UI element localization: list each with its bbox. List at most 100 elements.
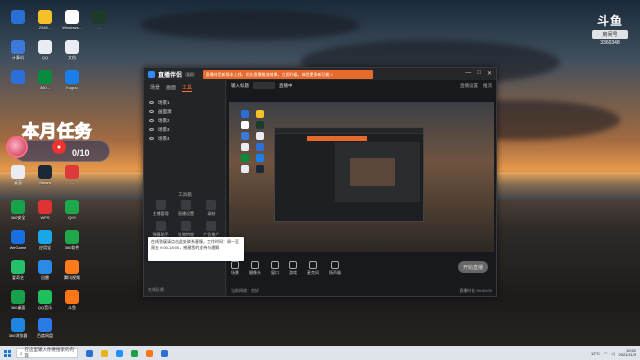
desktop-icon[interactable]: 360桌面 bbox=[4, 290, 32, 310]
desktop-icon[interactable]: 爱奇艺 bbox=[4, 260, 32, 280]
desktop-icon[interactable]: Kugou bbox=[58, 70, 86, 90]
desktop-icon[interactable]: iQIYI bbox=[58, 200, 86, 220]
network-icon[interactable]: ◠ bbox=[604, 351, 608, 356]
desktop-icon[interactable]: Steam bbox=[31, 165, 59, 185]
volume-icon[interactable]: ◁ bbox=[611, 351, 614, 356]
weather-label[interactable]: 12°C bbox=[591, 351, 600, 356]
desktop-icon[interactable]: 百度网盘 bbox=[31, 318, 59, 338]
desktop-icon[interactable]: 360软件 bbox=[58, 230, 86, 250]
scene-item[interactable]: 场景2 bbox=[144, 116, 225, 125]
stream-settings-link[interactable]: 直播设置 bbox=[460, 83, 478, 89]
desktop-icon[interactable]: ... bbox=[85, 10, 113, 30]
desktop-icon[interactable] bbox=[4, 10, 32, 25]
source-control[interactable]: 扬声器 bbox=[329, 260, 341, 276]
desktop-icon[interactable]: 360... bbox=[31, 70, 59, 90]
maximize-button[interactable]: □ bbox=[477, 70, 481, 77]
taskbar-app-icon[interactable] bbox=[146, 349, 153, 357]
desktop-icon[interactable]: WPS bbox=[31, 200, 59, 220]
taskbar-app-icon[interactable] bbox=[131, 349, 138, 357]
app-icon bbox=[11, 230, 25, 244]
taskbar-app-icon[interactable] bbox=[101, 349, 108, 357]
desktop-icon[interactable]: QQ音乐 bbox=[31, 290, 59, 310]
tool-item[interactable]: 礼物特效 bbox=[173, 221, 198, 238]
title-field[interactable] bbox=[253, 82, 275, 89]
desktop-icon[interactable] bbox=[4, 70, 32, 85]
scene-item[interactable]: 场景1 bbox=[144, 98, 225, 107]
desktop-icon[interactable]: QQ bbox=[31, 40, 59, 60]
taskbar-app-icon[interactable] bbox=[86, 349, 93, 357]
desktop-icon-label: ... bbox=[97, 25, 101, 30]
desktop-icon[interactable]: 360浏览器 bbox=[4, 318, 32, 338]
app-titlebar[interactable]: 直播伴侣 2.0 直播伴侣新版本上线，优化直播推流效果，立即升级，体验更多新功能… bbox=[144, 68, 496, 80]
desktop-icon[interactable]: 360安全 bbox=[4, 200, 32, 220]
start-stream-button[interactable]: 开始直播 bbox=[458, 261, 488, 273]
scene-item[interactable]: 画面源 bbox=[144, 107, 225, 116]
desktop-icon[interactable]: WeGame bbox=[4, 230, 32, 250]
eye-icon[interactable] bbox=[149, 110, 154, 113]
taskbar-app-icon[interactable] bbox=[161, 349, 168, 357]
tab-sources[interactable]: 画面 bbox=[166, 84, 176, 92]
desktop-icon[interactable]: ... bbox=[58, 165, 86, 185]
desktop-icon-label: 文档 bbox=[68, 55, 76, 60]
app-icon bbox=[65, 70, 79, 84]
start-button[interactable] bbox=[0, 346, 14, 360]
taskbar-app-icon[interactable] bbox=[116, 349, 123, 357]
close-button[interactable]: ✕ bbox=[487, 70, 492, 77]
stream-preview[interactable] bbox=[229, 102, 494, 252]
stream-companion-window[interactable]: 直播伴侣 2.0 直播伴侣新版本上线，优化直播推流效果，立即升级，体验更多新功能… bbox=[143, 67, 497, 297]
taskbar-search[interactable]: ⌕ 在这里输入你要搜索的内容 bbox=[16, 347, 78, 358]
app-icon bbox=[11, 290, 25, 304]
eye-icon[interactable] bbox=[149, 119, 154, 122]
desktop-icon[interactable]: 迅雷 bbox=[31, 260, 59, 280]
control-label: 扬声器 bbox=[329, 269, 341, 275]
feedback-link[interactable]: 在线反馈 bbox=[148, 287, 164, 293]
desktop-icon[interactable]: 应用宝 bbox=[31, 230, 59, 250]
status-bar: 当前网络：良好 直播时长 00:00:00 bbox=[227, 286, 496, 296]
scene-item[interactable]: 场景3 bbox=[144, 125, 225, 134]
desktop-icon[interactable]: 斗鱼 bbox=[58, 290, 86, 310]
desktop-icon[interactable]: 腾讯视频 bbox=[58, 260, 86, 280]
stream-title-bar: 输入标题 直播中 直播设置 推流 bbox=[227, 80, 496, 91]
monthly-task-title: 本月任务 bbox=[22, 122, 93, 142]
source-control[interactable]: 麦克风 bbox=[307, 260, 319, 276]
tab-tools[interactable]: 工具 bbox=[182, 84, 193, 92]
app-icon bbox=[11, 200, 25, 214]
source-control[interactable]: 游戏 bbox=[289, 260, 297, 276]
desktop-icon-label: Steam bbox=[39, 180, 51, 185]
desktop-icon[interactable]: 2345... bbox=[31, 10, 59, 30]
desktop-icon[interactable]: Windows... bbox=[58, 10, 86, 30]
source-control[interactable]: 摄像头 bbox=[249, 260, 261, 276]
tool-item[interactable]: 录制 bbox=[199, 200, 224, 217]
desktop-icon[interactable]: 文档 bbox=[58, 40, 86, 60]
douyu-brand: 斗鱼 房间号 3360348 bbox=[592, 12, 628, 46]
control-icon bbox=[309, 260, 317, 269]
eye-icon[interactable] bbox=[149, 137, 154, 140]
tool-item[interactable]: 广告推广 bbox=[199, 221, 224, 238]
live-status: 直播中 bbox=[279, 82, 293, 88]
douyu-logo: 斗鱼 bbox=[596, 14, 623, 28]
windows-logo-icon bbox=[3, 349, 11, 357]
update-notice[interactable]: 直播伴侣新版本上线，优化直播推流效果，立即升级，体验更多新功能 > bbox=[202, 69, 373, 79]
preview-nested-window bbox=[274, 127, 424, 222]
source-control[interactable]: 场景 bbox=[231, 260, 239, 276]
tool-item[interactable]: 直播设置 bbox=[173, 200, 198, 217]
clock[interactable]: 10:52 2021/11/3 bbox=[619, 348, 637, 358]
tab-scenes[interactable]: 场景 bbox=[150, 84, 160, 92]
tool-item[interactable]: 弹幕助手 bbox=[148, 221, 173, 238]
help-tooltip: 在线答疑请点击此处联系客服，工作时间：周一至周五 9:00-18:00，感谢您的… bbox=[148, 237, 244, 261]
source-control[interactable]: 窗口 bbox=[271, 260, 279, 276]
tool-item[interactable]: 主播管理 bbox=[148, 200, 173, 217]
control-icon bbox=[271, 260, 279, 269]
room-number: 3360348 bbox=[600, 40, 620, 46]
stream-title-input[interactable]: 输入标题 bbox=[231, 83, 249, 89]
minimize-button[interactable]: — bbox=[465, 70, 471, 77]
scene-label: 场景3 bbox=[158, 126, 170, 132]
tool-icon bbox=[155, 221, 166, 231]
desktop-icon[interactable]: 计算机 bbox=[4, 40, 32, 60]
control-icon bbox=[251, 260, 259, 269]
eye-icon[interactable] bbox=[149, 101, 154, 104]
push-link[interactable]: 推流 bbox=[483, 83, 492, 89]
scene-item[interactable]: 场景4 bbox=[144, 134, 225, 143]
eye-icon[interactable] bbox=[149, 128, 154, 131]
desktop-icon[interactable]: 桌面 bbox=[4, 165, 32, 185]
